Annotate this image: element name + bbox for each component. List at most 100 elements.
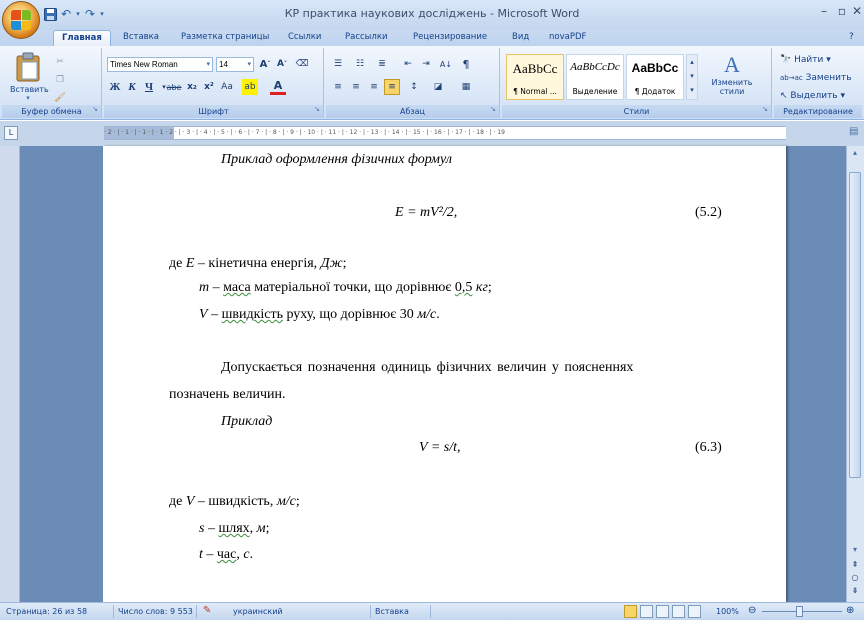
highlight-button[interactable]: ab — [242, 79, 258, 95]
tab-insert[interactable]: Вставка — [123, 32, 159, 42]
shading-icon[interactable]: ◪ — [430, 79, 446, 95]
previous-page-icon[interactable]: ⇞ — [849, 560, 861, 572]
print-layout-view-icon[interactable] — [624, 605, 637, 618]
sort-icon[interactable]: A↓ — [438, 56, 454, 72]
copy-icon[interactable]: ❐ — [52, 72, 68, 88]
document-page[interactable]: Приклад оформлення фізичних формул E = m… — [103, 146, 786, 602]
subscript-button[interactable]: x₂ — [184, 79, 200, 95]
zoom-level[interactable]: 100% — [716, 607, 739, 616]
underline-button[interactable]: Ч — [141, 79, 157, 95]
find-button[interactable]: 🔭 Найти ▾ — [780, 52, 831, 67]
tab-references[interactable]: Ссылки — [288, 32, 321, 42]
scroll-up-icon[interactable]: ▴ — [849, 148, 861, 160]
font-name-combo[interactable]: Times New Roman ▾ — [107, 57, 213, 72]
styles-launcher-icon[interactable]: ↘ — [762, 103, 768, 116]
decrease-indent-icon[interactable]: ⇤ — [400, 56, 416, 72]
tab-view[interactable]: Вид — [512, 32, 529, 42]
paragraph-group: ☰ ☷ ≣ ⇤ ⇥ A↓ ¶ ≡ ≡ ≡ ≡ ↕ ◪ ▦ Абзац ↘ — [326, 48, 500, 118]
format-painter-icon[interactable]: 🖌 — [52, 90, 68, 106]
language-indicator[interactable]: украинский — [233, 607, 283, 616]
zoom-out-icon[interactable]: ⊖ — [748, 605, 756, 616]
example-heading: Приклад оформлення фізичних формул — [221, 152, 452, 167]
superscript-button[interactable]: x² — [201, 79, 217, 95]
status-bar: Страница: 26 из 58 Число слов: 9 553 ✎ у… — [0, 602, 864, 620]
status-divider — [370, 605, 371, 618]
shrink-font-icon[interactable]: Aˇ — [274, 56, 290, 72]
page-counter[interactable]: Страница: 26 из 58 — [6, 607, 87, 616]
line-spacing-icon[interactable]: ↕ — [406, 79, 422, 95]
editing-group: 🔭 Найти ▾ ab→ac Заменить ↖ Выделить ▾ Ре… — [774, 48, 862, 118]
paste-label: Вставить — [10, 85, 49, 94]
increase-indent-icon[interactable]: ⇥ — [418, 56, 434, 72]
style-emphasis[interactable]: AaBbCcDc Выделение — [566, 54, 624, 100]
styles-scroll-icon[interactable]: ▴ ▾ ▾ — [686, 54, 698, 100]
justify-icon[interactable]: ≡ — [384, 79, 400, 95]
align-right-icon[interactable]: ≡ — [366, 79, 382, 95]
zoom-slider-thumb[interactable] — [796, 606, 803, 617]
change-case-button[interactable]: Aa — [219, 79, 235, 95]
font-size-combo[interactable]: 14 ▾ — [216, 57, 254, 72]
font-color-button[interactable]: A — [270, 79, 286, 95]
vertical-ruler — [0, 146, 20, 602]
draft-view-icon[interactable] — [688, 605, 701, 618]
proofing-icon[interactable]: ✎ — [203, 605, 211, 616]
web-layout-view-icon[interactable] — [656, 605, 669, 618]
minimize-button[interactable]: – — [815, 4, 833, 20]
italic-button[interactable]: К — [124, 79, 140, 95]
explanation-line: V – швидкість руху, що дорівнює 30 м/с. — [199, 307, 440, 322]
bold-button[interactable]: Ж — [107, 79, 123, 95]
select-button[interactable]: ↖ Выделить ▾ — [780, 88, 845, 103]
formula-6-3: V = s/t, — [419, 440, 461, 455]
borders-icon[interactable]: ▦ — [458, 79, 474, 95]
strikethrough-button[interactable]: abe — [166, 79, 182, 95]
clipboard-launcher-icon[interactable]: ↘ — [92, 103, 98, 116]
full-screen-view-icon[interactable] — [640, 605, 653, 618]
explanation-line: s – шлях, м; — [199, 521, 270, 536]
align-left-icon[interactable]: ≡ — [330, 79, 346, 95]
replace-button[interactable]: ab→ac Заменить — [780, 70, 852, 85]
explanation-line: t – час, с. — [199, 547, 254, 562]
office-button[interactable] — [2, 1, 40, 39]
style-dodatok[interactable]: AaBbCc ¶ Додаток — [626, 54, 684, 100]
scrollbar-thumb[interactable] — [849, 172, 861, 478]
clipboard-group: Вставить ▾ ✂ ❐ 🖌 Буфер обмена ↘ — [2, 48, 102, 118]
paste-button[interactable]: Вставить ▾ — [10, 52, 49, 102]
horizontal-ruler[interactable]: · 2 · | · 1 · | · 1 · | · 1 · 2 · | · 3 … — [104, 126, 786, 140]
bullets-icon[interactable]: ☰ — [330, 56, 346, 72]
paste-dropdown-icon[interactable]: ▾ — [10, 94, 46, 102]
paragraph-launcher-icon[interactable]: ↘ — [490, 103, 496, 116]
cursor-icon: ↖ — [780, 90, 788, 101]
show-formatting-icon[interactable]: ¶ — [458, 56, 474, 72]
scroll-down-icon[interactable]: ▾ — [849, 545, 861, 557]
next-page-icon[interactable]: ⇟ — [849, 586, 861, 598]
paragraph-line: Допускається позначення одиниць фізичних… — [221, 360, 634, 375]
tab-review[interactable]: Рецензирование — [413, 32, 487, 42]
tab-selector-icon[interactable]: L — [4, 126, 18, 140]
clear-formatting-icon[interactable]: ⌫ — [294, 56, 310, 72]
insert-mode[interactable]: Вставка — [375, 607, 409, 616]
replace-icon: ab→ac — [780, 73, 803, 82]
help-icon[interactable]: ? — [849, 32, 854, 42]
tab-page-layout[interactable]: Разметка страницы — [181, 32, 269, 42]
view-ruler-icon[interactable]: ▤ — [849, 126, 862, 140]
multilevel-list-icon[interactable]: ≣ — [374, 56, 390, 72]
tab-novapdf[interactable]: novaPDF — [549, 32, 586, 42]
change-styles-button[interactable]: A Изменить стили — [702, 52, 762, 102]
font-launcher-icon[interactable]: ↘ — [314, 103, 320, 116]
tab-mailings[interactable]: Рассылки — [345, 32, 387, 42]
close-button[interactable]: ✕ — [848, 4, 864, 20]
select-browse-object-icon[interactable]: ○ — [849, 573, 861, 585]
numbering-icon[interactable]: ☷ — [352, 56, 368, 72]
grow-font-icon[interactable]: Aˆ — [257, 56, 273, 72]
clipboard-group-label: Буфер обмена ↘ — [2, 105, 101, 118]
explanation-line: m – маса матеріальної точки, що дорівнює… — [199, 280, 492, 295]
cut-icon[interactable]: ✂ — [52, 54, 68, 70]
align-center-icon[interactable]: ≡ — [348, 79, 364, 95]
font-group-label: Шрифт ↘ — [104, 105, 323, 118]
style-normal[interactable]: AaBbCc ¶ Normal ... — [506, 54, 564, 100]
zoom-in-icon[interactable]: ⊕ — [846, 605, 854, 616]
word-count[interactable]: Число слов: 9 553 — [118, 607, 193, 616]
office-logo-icon — [11, 10, 31, 30]
chevron-down-icon: ▾ — [206, 61, 210, 68]
outline-view-icon[interactable] — [672, 605, 685, 618]
